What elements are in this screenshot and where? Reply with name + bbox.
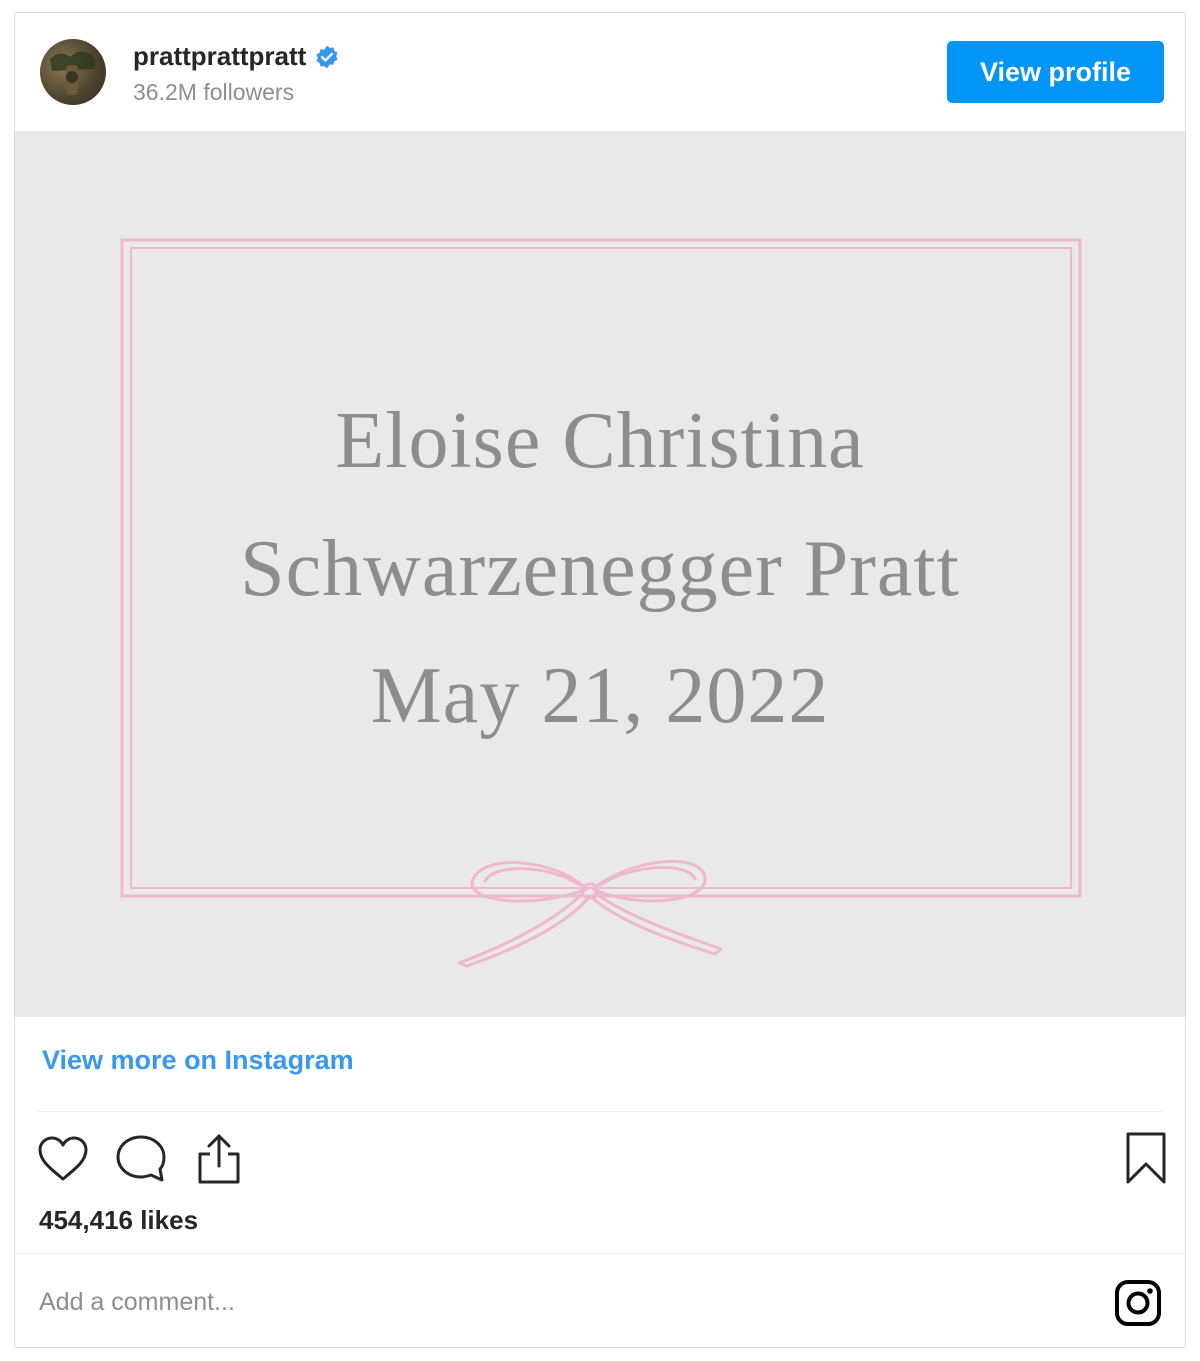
view-more-link[interactable]: View more on Instagram — [42, 1045, 354, 1076]
view-profile-button[interactable]: View profile — [947, 41, 1164, 103]
followers-count: 36.2M followers — [133, 79, 295, 105]
avatar-image — [50, 51, 96, 95]
post-image[interactable]: Eloise Christina Schwarzenegger Pratt Ma… — [15, 131, 1185, 1017]
post-header: prattprattpratt 36.2M followers View pro… — [15, 13, 1185, 131]
username[interactable]: prattprattpratt — [133, 41, 306, 72]
username-row: prattprattpratt — [133, 41, 340, 72]
comment-bar — [15, 1253, 1185, 1350]
card-name-line-2: Schwarzenegger Pratt — [240, 525, 960, 613]
avatar[interactable] — [40, 39, 106, 105]
bookmark-icon[interactable] — [1121, 1129, 1171, 1187]
instagram-glyph-icon[interactable] — [1113, 1278, 1163, 1328]
card-date: May 21, 2022 — [370, 652, 830, 740]
instagram-embed: prattprattpratt 36.2M followers View pro… — [14, 12, 1186, 1348]
likes-count: 454,416 likes — [39, 1205, 199, 1235]
heart-icon[interactable] — [35, 1131, 91, 1187]
comment-input[interactable] — [37, 1278, 941, 1326]
verified-badge-icon — [314, 44, 340, 70]
divider — [37, 1111, 1163, 1112]
share-upload-icon[interactable] — [191, 1131, 247, 1187]
action-bar — [35, 1131, 247, 1187]
ribbon-bow-icon — [457, 859, 723, 968]
comment-bubble-icon[interactable] — [113, 1131, 169, 1187]
card-name-line-1: Eloise Christina — [335, 397, 865, 485]
